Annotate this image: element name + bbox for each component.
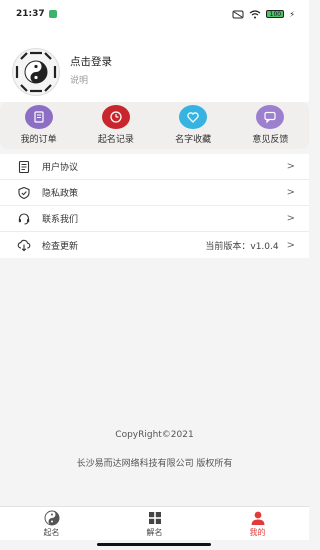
menu-item-check-update[interactable]: 检查更新 当前版本：v1.0.4 > [0, 232, 309, 258]
login-link[interactable]: 点击登录 [70, 54, 112, 69]
status-right: 100 ⚡ [232, 10, 295, 19]
my-orders-label: 我的订单 [20, 135, 57, 145]
quick-actions: 我的订单 起名记录 名字收藏 意见反馈 [0, 102, 309, 149]
menu-item-label: 检查更新 [42, 241, 79, 252]
chevron-right-icon: > [286, 187, 295, 198]
tab-label: 起名 [43, 527, 60, 537]
menu-item-label: 用户协议 [42, 163, 79, 173]
name-favorites-button[interactable]: 名字收藏 [155, 102, 232, 149]
status-bar: 21:37 100 ⚡ [0, 0, 309, 28]
menu-item-label: 联系我们 [42, 215, 79, 225]
order-icon [24, 105, 53, 129]
chevron-right-icon: > [286, 161, 295, 172]
charging-icon: ⚡ [289, 9, 295, 19]
status-left: 21:37 [16, 9, 57, 19]
feedback-icon [256, 105, 285, 129]
company-text: 长沙易而达网络科技有限公司 版权所有 [76, 459, 233, 469]
shield-icon [16, 185, 32, 201]
menu-item-user-agreement[interactable]: 用户协议 > [0, 154, 309, 180]
wifi-icon [250, 9, 261, 18]
bottom-tab-bar: 起名 解名 我的 [0, 506, 309, 540]
tab-label: 我的 [249, 527, 266, 537]
document-icon [16, 159, 32, 175]
chevron-right-icon: > [286, 213, 295, 224]
version-text: 当前版本：v1.0.4 [205, 241, 279, 252]
home-indicator [97, 543, 211, 546]
status-time: 21:37 [16, 9, 45, 19]
menu-item-privacy-policy[interactable]: 隐私政策 > [0, 180, 309, 206]
tab-naming[interactable]: 起名 [0, 507, 103, 540]
naming-history-label: 起名记录 [97, 135, 134, 145]
grid-icon [146, 510, 164, 526]
naming-history-button[interactable]: 起名记录 [77, 102, 154, 149]
profile-header: 点击登录 说明 [0, 28, 309, 102]
copyright-text: CopyRight©2021 [115, 430, 194, 440]
notification-icon [48, 10, 57, 18]
user-icon [249, 510, 267, 526]
cloud-download-icon [16, 237, 32, 253]
headset-icon [16, 211, 32, 227]
menu-item-label: 隐私政策 [42, 189, 79, 199]
clock-icon [101, 105, 130, 129]
taiji-icon [43, 510, 61, 526]
feedback-label: 意见反馈 [252, 135, 289, 145]
mute-icon [232, 10, 244, 18]
bagua-avatar-icon[interactable] [12, 48, 60, 96]
tab-interpret[interactable]: 解名 [103, 507, 206, 540]
name-favorites-label: 名字收藏 [175, 135, 212, 145]
feedback-button[interactable]: 意见反馈 [232, 102, 309, 149]
tab-mine[interactable]: 我的 [206, 507, 309, 540]
tab-label: 解名 [146, 527, 163, 537]
settings-menu: 用户协议 > 隐私政策 > 联系我们 > 检查更新 当前版本：v1.0.4 > [0, 154, 309, 258]
profile-description: 说明 [70, 76, 89, 86]
chevron-right-icon: > [286, 239, 295, 251]
my-orders-button[interactable]: 我的订单 [0, 102, 77, 149]
heart-icon [179, 105, 208, 129]
battery-icon: 100 [266, 10, 285, 18]
menu-item-contact-us[interactable]: 联系我们 > [0, 206, 309, 232]
